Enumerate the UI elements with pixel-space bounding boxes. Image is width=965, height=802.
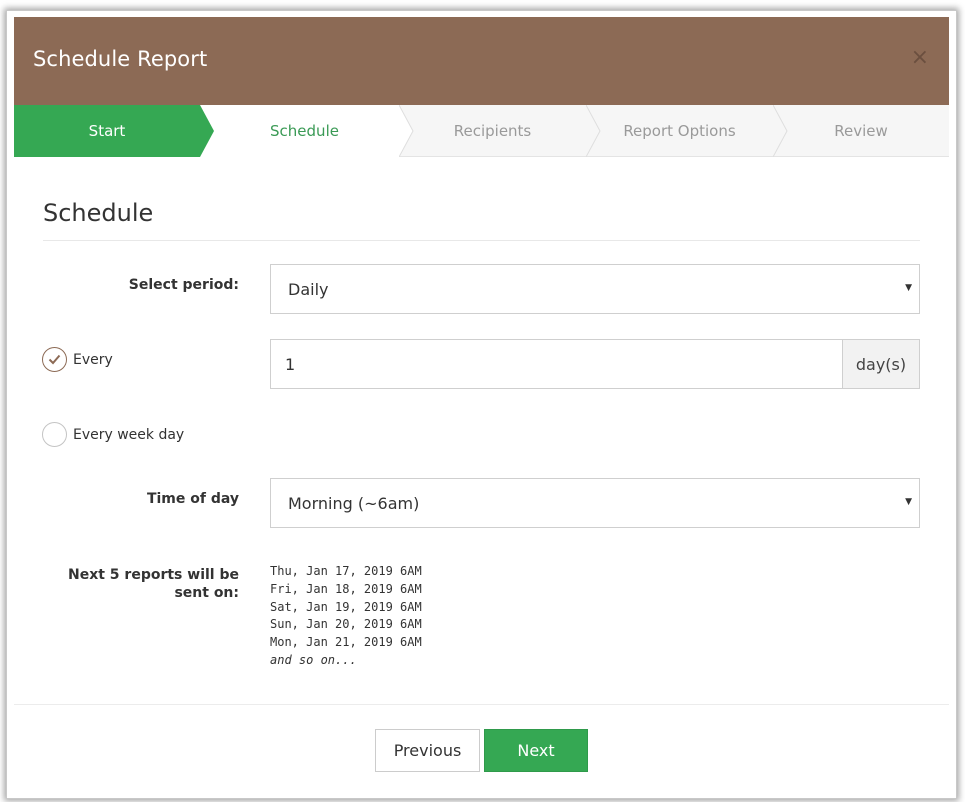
step-start[interactable]: Start <box>14 105 200 157</box>
step-arrow-icon <box>586 105 601 157</box>
weekday-radio-option[interactable]: Every week day <box>42 422 184 447</box>
every-input-group: day(s) <box>270 339 920 389</box>
weekday-radio[interactable] <box>42 422 67 447</box>
caret-down-icon: ▼ <box>905 283 912 293</box>
time-of-day-label: Time of day <box>146 491 239 507</box>
dialog-header: Schedule Report × <box>14 17 949 105</box>
next-reports-label-line2: sent on: <box>174 585 239 601</box>
next-report-date: Sat, Jan 19, 2019 6AM <box>270 599 422 614</box>
next-report-date: Mon, Jan 21, 2019 6AM <box>270 635 422 650</box>
step-label: Schedule <box>270 122 339 140</box>
next-report-date: Thu, Jan 17, 2019 6AM <box>270 564 422 578</box>
every-radio-label: Every <box>73 351 113 368</box>
period-select-value: Daily <box>288 280 329 299</box>
period-label: Select period: <box>128 277 239 293</box>
dialog-title: Schedule Report <box>33 47 208 71</box>
step-schedule[interactable]: Schedule <box>200 105 399 157</box>
caret-down-icon: ▼ <box>905 497 912 507</box>
step-arrow-icon <box>773 105 788 157</box>
time-of-day-select[interactable]: Morning (~6am) ▼ <box>270 478 920 528</box>
step-label: Start <box>88 122 126 140</box>
interval-unit-addon: day(s) <box>842 339 920 389</box>
next-button[interactable]: Next <box>484 729 588 772</box>
next-reports-list: Thu, Jan 17, 2019 6AM Fri, Jan 18, 2019 … <box>270 563 422 670</box>
footer-divider <box>14 704 949 705</box>
checkmark-icon <box>48 354 61 365</box>
step-report-options[interactable]: Report Options <box>586 105 773 157</box>
step-recipients[interactable]: Recipients <box>399 105 586 157</box>
weekday-radio-label: Every week day <box>73 426 185 443</box>
period-select[interactable]: Daily ▼ <box>270 264 920 314</box>
next-reports-more: and so on... <box>270 652 357 667</box>
every-radio[interactable] <box>42 347 67 372</box>
step-arrow-icon <box>399 105 414 157</box>
next-reports-label-line1: Next 5 reports will be <box>68 567 239 583</box>
section-title: Schedule <box>43 199 154 227</box>
every-radio-option[interactable]: Every <box>42 347 113 372</box>
wizard-steps: Start Schedule Recipients Report Options <box>14 105 949 157</box>
step-label: Report Options <box>623 122 736 140</box>
time-of-day-value: Morning (~6am) <box>288 494 420 513</box>
screenshot-frame: Schedule Report × Start Schedule Recipie… <box>0 0 965 802</box>
next-report-date: Sun, Jan 20, 2019 6AM <box>270 617 422 632</box>
next-report-date: Fri, Jan 18, 2019 6AM <box>270 581 422 596</box>
next-reports-label: Next 5 reports will be sent on: <box>54 566 239 602</box>
step-label: Recipients <box>453 122 532 140</box>
step-review[interactable]: Review <box>773 105 949 157</box>
previous-button[interactable]: Previous <box>375 729 480 772</box>
step-arrow-icon <box>200 105 214 157</box>
close-icon[interactable]: × <box>911 47 929 69</box>
step-label: Review <box>834 122 888 140</box>
section-divider <box>43 240 920 241</box>
every-interval-input[interactable] <box>270 339 843 389</box>
schedule-report-dialog: Schedule Report × Start Schedule Recipie… <box>14 17 949 790</box>
